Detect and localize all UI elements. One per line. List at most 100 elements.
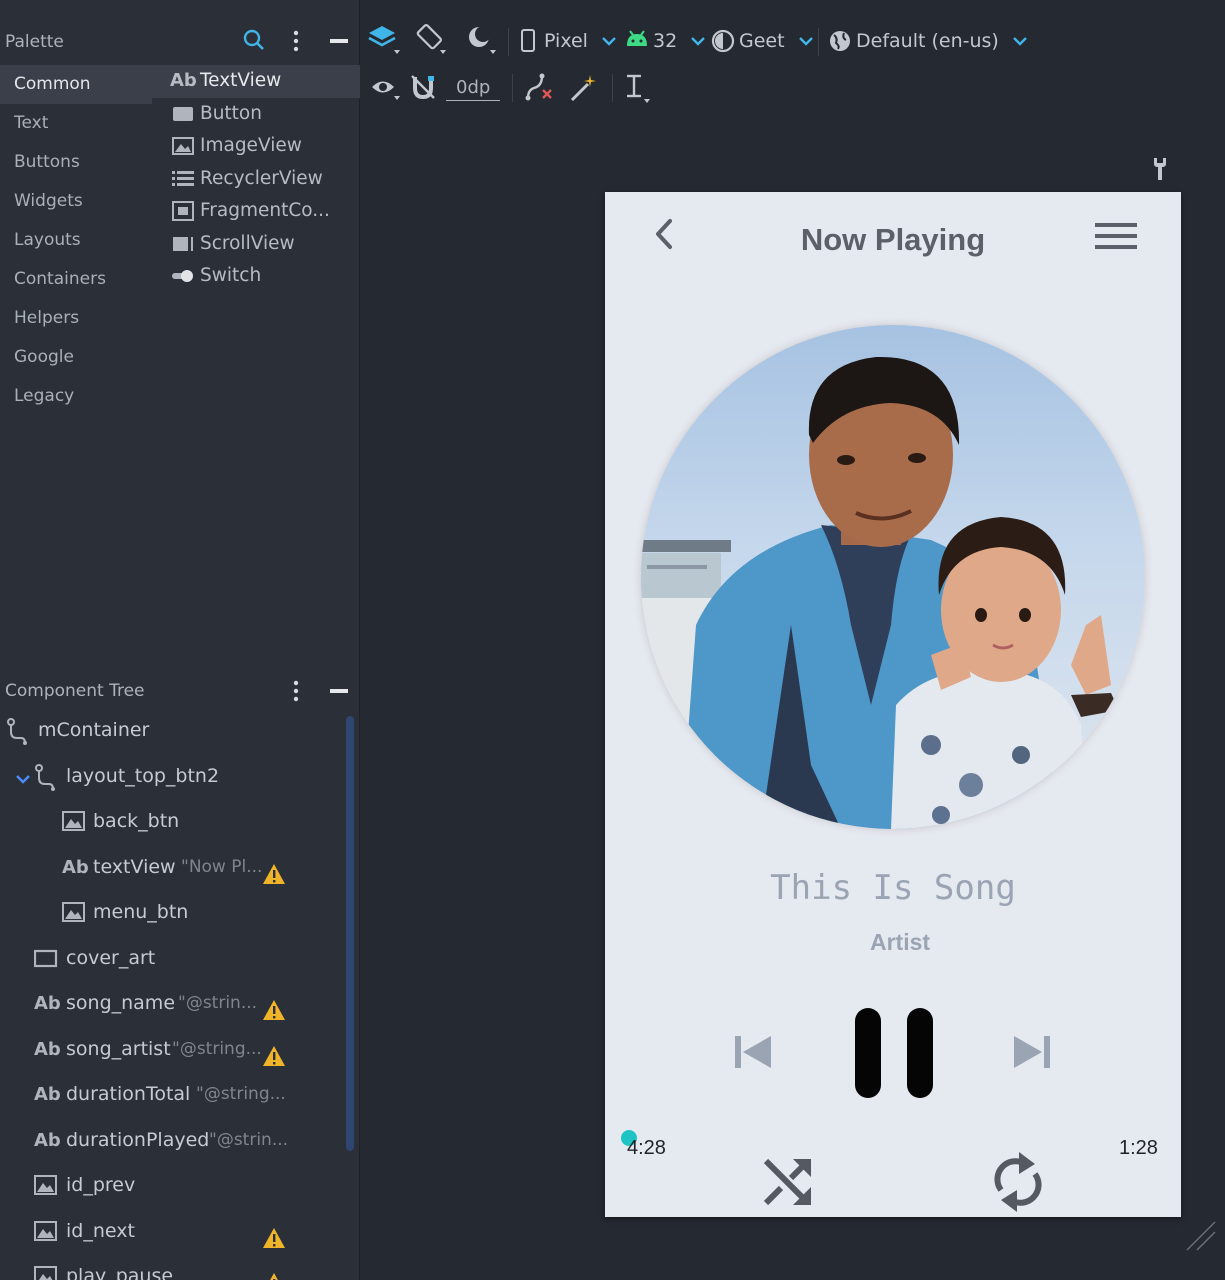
tree-node[interactable]: Ab durationTotal "@string... <box>0 1072 360 1118</box>
widget-label: TextView <box>200 70 282 91</box>
toolbar-divider <box>818 28 819 56</box>
more-vert-icon[interactable] <box>287 676 305 710</box>
wrench-icon[interactable] <box>1150 156 1170 186</box>
widget-label: ImageView <box>200 135 302 156</box>
warning-icon[interactable] <box>262 1039 286 1066</box>
tree-node-name: durationTotal <box>66 1083 191 1105</box>
tree-node[interactable]: Ab song_artist "@string... <box>0 1027 360 1073</box>
layers-icon[interactable] <box>368 22 400 68</box>
component-tree-header: Component Tree <box>0 672 360 708</box>
duration-total: 1:28 <box>1119 1137 1158 1159</box>
switch-icon <box>170 260 196 304</box>
tree-node-name: cover_art <box>66 946 156 969</box>
locale-name: Default (en-us) <box>856 30 999 52</box>
tree-node[interactable]: Ab durationPlayed "@strin... <box>0 1118 360 1164</box>
hamburger-menu-icon[interactable] <box>1093 220 1139 256</box>
skip-previous-icon[interactable] <box>733 1032 773 1076</box>
left-panel: Palette Common Text Buttons Widgets Layo… <box>0 0 360 1280</box>
category-legacy[interactable]: Legacy <box>0 377 152 416</box>
design-toolbar: Pixel 32 Geet Default (en-us) <box>360 18 1225 64</box>
tree-node[interactable]: id_prev <box>0 1163 360 1209</box>
api-level: 32 <box>653 30 678 52</box>
tree-node-name: play_pause <box>66 1265 174 1280</box>
warning-icon[interactable] <box>262 993 286 1020</box>
duration-played: 4:28 <box>627 1137 666 1159</box>
eye-icon[interactable] <box>370 66 402 112</box>
palette-title: Palette <box>5 32 64 52</box>
category-helpers[interactable]: Helpers <box>0 299 152 338</box>
minimize-icon[interactable] <box>328 26 350 60</box>
warning-icon[interactable] <box>262 857 286 884</box>
tree-node[interactable]: Ab textView "Now Pl... <box>0 845 360 891</box>
widget-label: Switch <box>200 265 262 286</box>
warning-icon[interactable] <box>262 1266 286 1280</box>
constraint-toolbar: 0dp <box>360 66 1225 110</box>
warning-icon[interactable] <box>262 1221 286 1248</box>
tree-node[interactable]: play_pause <box>0 1254 360 1280</box>
widget-fragment[interactable]: FragmentCo... <box>152 195 360 228</box>
widget-switch[interactable]: Switch <box>152 260 360 293</box>
widget-textview[interactable]: Ab TextView <box>152 65 360 98</box>
tree-node-value: "@string... <box>196 1084 286 1104</box>
clear-constraints-icon[interactable] <box>524 66 556 112</box>
tree-node-name: textView <box>93 855 176 878</box>
pause-icon[interactable] <box>853 1006 935 1104</box>
night-mode-icon[interactable] <box>466 22 498 68</box>
shuffle-icon[interactable] <box>761 1156 813 1212</box>
component-tree: mContainer layout_top_btn2 back_btn Ab t… <box>0 708 360 1280</box>
tree-node-name: mContainer <box>38 719 150 741</box>
minimize-icon[interactable] <box>328 676 350 710</box>
default-margin[interactable]: 0dp <box>446 66 501 112</box>
tree-node-value: "@strin... <box>178 993 258 1013</box>
guidelines-icon[interactable] <box>624 66 656 112</box>
category-google[interactable]: Google <box>0 338 152 377</box>
toolbar-divider <box>512 74 513 102</box>
tree-node-name: durationPlayed <box>66 1128 210 1151</box>
skip-next-icon[interactable] <box>1012 1032 1052 1076</box>
tree-node[interactable]: mContainer <box>0 708 360 754</box>
locale-selector[interactable]: Default (en-us) <box>828 18 1029 64</box>
device-selector[interactable]: Pixel <box>518 18 618 64</box>
widget-scrollview[interactable]: ScrollView <box>152 228 360 261</box>
widget-recyclerview[interactable]: RecyclerView <box>152 163 360 196</box>
category-buttons[interactable]: Buttons <box>0 143 152 182</box>
widget-imageview[interactable]: ImageView <box>152 130 360 163</box>
widget-label: RecyclerView <box>200 167 323 189</box>
magnet-off-icon[interactable] <box>410 66 438 112</box>
component-tree-title: Component Tree <box>5 681 145 701</box>
tree-node[interactable]: Ab song_name "@strin... <box>0 981 360 1027</box>
category-common[interactable]: Common <box>0 65 152 104</box>
category-layouts[interactable]: Layouts <box>0 221 152 260</box>
text-icon: Ab <box>34 1129 61 1151</box>
category-text[interactable]: Text <box>0 104 152 143</box>
api-selector[interactable]: 32 <box>625 18 707 64</box>
widget-button[interactable]: Button <box>152 98 360 131</box>
tree-node[interactable]: back_btn <box>0 799 360 845</box>
cover-art <box>641 325 1145 829</box>
tree-node[interactable]: menu_btn <box>0 890 360 936</box>
search-icon[interactable] <box>242 26 266 60</box>
image-icon <box>34 1254 58 1280</box>
theme-selector[interactable]: Geet <box>711 18 815 64</box>
orientation-icon[interactable] <box>416 22 448 68</box>
tree-node[interactable]: layout_top_btn2 <box>0 754 360 800</box>
device-name: Pixel <box>544 30 588 52</box>
category-containers[interactable]: Containers <box>0 260 152 299</box>
tree-node-name: id_next <box>66 1219 135 1242</box>
category-widgets[interactable]: Widgets <box>0 182 152 221</box>
tree-scrollbar[interactable] <box>346 716 354 1151</box>
magic-wand-icon[interactable] <box>568 66 600 112</box>
resize-handle-icon[interactable] <box>1185 1220 1217 1256</box>
tree-node[interactable]: id_next <box>0 1209 360 1255</box>
widget-label: FragmentCo... <box>200 200 330 221</box>
repeat-icon[interactable] <box>991 1150 1045 1217</box>
phone-preview[interactable]: Now Playing This Is Song Artist 4:28 1:2… <box>605 192 1181 1217</box>
tree-node-name: song_name <box>66 992 176 1014</box>
palette-header: Palette <box>0 18 360 64</box>
song-name: This Is Song <box>770 868 1016 908</box>
more-vert-icon[interactable] <box>287 26 305 60</box>
tree-node-name: layout_top_btn2 <box>66 764 220 787</box>
text-icon: Ab <box>62 856 89 878</box>
tree-node[interactable]: cover_art <box>0 936 360 982</box>
song-artist: Artist <box>869 929 931 955</box>
